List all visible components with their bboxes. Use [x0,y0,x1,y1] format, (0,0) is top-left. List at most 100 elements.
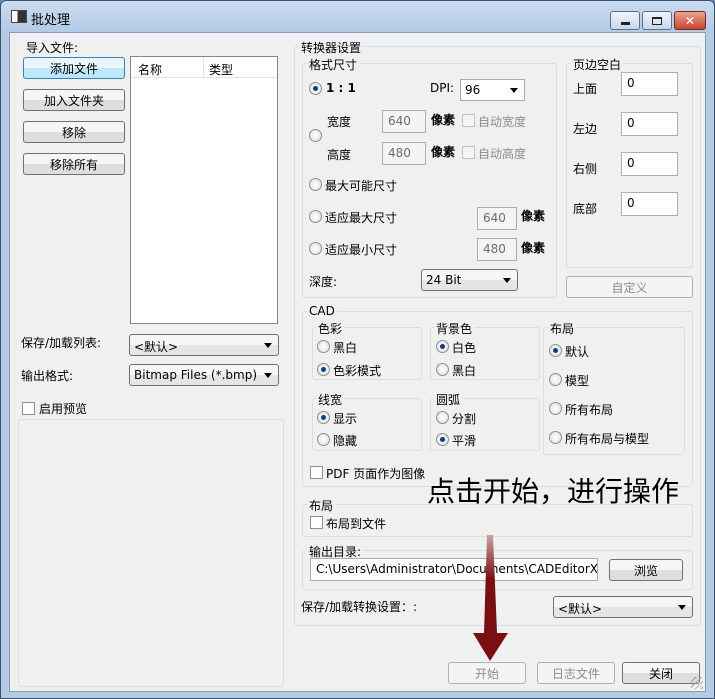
remove-all-button[interactable]: 移除所有 [23,153,125,175]
layout-all-label: 所有布局 [565,403,614,417]
fit-max-radio[interactable] [309,210,322,223]
chevron-down-icon [264,343,272,348]
auto-width-label: 自动宽度 [478,115,527,129]
arc-smooth-radio[interactable] [436,433,449,446]
dpi-select[interactable]: 96 [460,79,525,101]
file-list-header: 名称 类型 [131,57,277,78]
bg-bw-label: 黑白 [452,364,477,378]
auto-width-checkbox[interactable] [462,114,475,127]
linewidth-hide-label: 隐藏 [333,434,358,448]
layout-model-label: 模型 [565,374,590,388]
maximize-icon [652,16,662,25]
bg-white-radio[interactable] [436,340,449,353]
custom-margins-button[interactable]: 自定义 [566,276,693,298]
auto-height-label: 自动高度 [478,147,527,161]
custom-size-radio[interactable] [309,129,322,142]
fit-min-input[interactable]: 480 [477,238,517,261]
output-format-value: Bitmap Files (*.bmp) [134,368,257,382]
margin-top-input[interactable]: 0 [621,72,678,96]
save-load-settings-value: <默认> [558,602,603,616]
browse-button[interactable]: 浏览 [609,559,683,581]
linewidth-show-radio[interactable] [317,411,330,424]
arrow-down-icon [473,535,508,661]
column-divider [203,57,204,78]
margin-bottom-input[interactable]: 0 [621,192,678,216]
layout-section-title: 布局 [307,497,336,514]
window-title: 批处理 [31,13,71,28]
margin-left-input[interactable]: 0 [621,112,678,136]
fit-max-unit: 像素 [521,209,546,223]
background-title: 背景色 [434,320,475,337]
color-mode-label: 色彩模式 [333,364,382,378]
color-bw-radio[interactable] [317,340,330,353]
add-folder-button[interactable]: 加入文件夹 [23,89,125,111]
width-unit: 像素 [431,113,456,127]
resize-grip[interactable] [691,677,703,689]
fit-min-radio[interactable] [309,242,322,255]
width-input[interactable]: 640 [382,110,426,133]
save-load-list-value: <默认> [134,340,179,354]
chevron-down-icon [264,373,272,378]
enable-preview-checkbox[interactable] [22,402,35,415]
fit-min-unit: 像素 [521,241,546,255]
save-load-settings-label: 保存/加载转换设置：: [301,600,418,614]
close-window-button[interactable]: ✕ [674,11,706,30]
close-button[interactable]: 关闭 [622,662,700,684]
import-files-label: 导入文件: [26,41,79,55]
converter-settings-title: 转换器设置 [299,39,364,56]
arc-split-radio[interactable] [436,411,449,424]
app-icon [11,10,27,23]
layout-default-label: 默认 [565,345,590,359]
minimize-icon [620,21,630,25]
ratio-radio[interactable] [309,82,322,95]
title-bar[interactable]: 批处理 ✕ [1,1,714,31]
margin-right-input[interactable]: 0 [621,152,678,176]
save-load-settings-select[interactable]: <默认> [553,596,693,618]
bg-bw-radio[interactable] [436,363,449,376]
add-file-button[interactable]: 添加文件 [23,57,125,79]
file-list[interactable]: 名称 类型 [130,56,278,324]
color-bw-label: 黑白 [333,341,358,355]
column-name[interactable]: 名称 [138,61,162,78]
layout-options-title: 布局 [548,320,577,337]
margins-title: 页边空白 [571,56,624,73]
chevron-down-icon [678,605,686,610]
minimize-button[interactable] [610,11,640,30]
linewidth-title: 线宽 [316,391,345,408]
cad-title: CAD [307,304,337,318]
linewidth-hide-radio[interactable] [317,433,330,446]
linewidth-show-label: 显示 [333,412,358,426]
output-dir-input[interactable]: C:\Users\Administrator\Documents\CADEdit… [310,558,598,581]
pdf-as-image-label: PDF 页面作为图像 [326,467,426,481]
fit-max-input[interactable]: 640 [477,207,517,230]
bg-white-label: 白色 [452,341,477,355]
max-possible-radio[interactable] [309,178,322,191]
layout-all-radio[interactable] [549,402,562,415]
dpi-value: 96 [465,83,481,97]
depth-select[interactable]: 24 Bit [421,269,518,291]
log-file-button[interactable]: 日志文件 [537,662,615,684]
output-format-select[interactable]: Bitmap Files (*.bmp) [129,364,279,386]
annotation-arrow [473,535,508,661]
remove-button[interactable]: 移除 [23,121,125,143]
depth-value: 24 Bit [426,273,462,287]
layout-default-radio[interactable] [549,344,562,357]
height-input[interactable]: 480 [382,142,426,165]
maximize-button[interactable] [642,11,672,30]
start-button[interactable]: 开始 [448,662,526,684]
layout-to-file-label: 布局到文件 [326,517,387,531]
color-mode-radio[interactable] [317,363,330,376]
margin-right-label: 右侧 [573,162,598,176]
pdf-as-image-checkbox[interactable] [310,466,323,479]
column-type[interactable]: 类型 [209,61,233,78]
arc-smooth-label: 平滑 [452,434,477,448]
auto-height-checkbox[interactable] [462,146,475,159]
fit-min-label: 适应最小尺寸 [325,243,398,257]
format-size-title: 格式尺寸 [307,56,360,73]
layout-to-file-checkbox[interactable] [310,516,323,529]
close-icon: ✕ [684,13,696,28]
layout-all-model-radio[interactable] [549,431,562,444]
layout-model-radio[interactable] [549,373,562,386]
save-load-list-select[interactable]: <默认> [129,334,279,356]
output-format-label: 输出格式: [21,369,74,383]
